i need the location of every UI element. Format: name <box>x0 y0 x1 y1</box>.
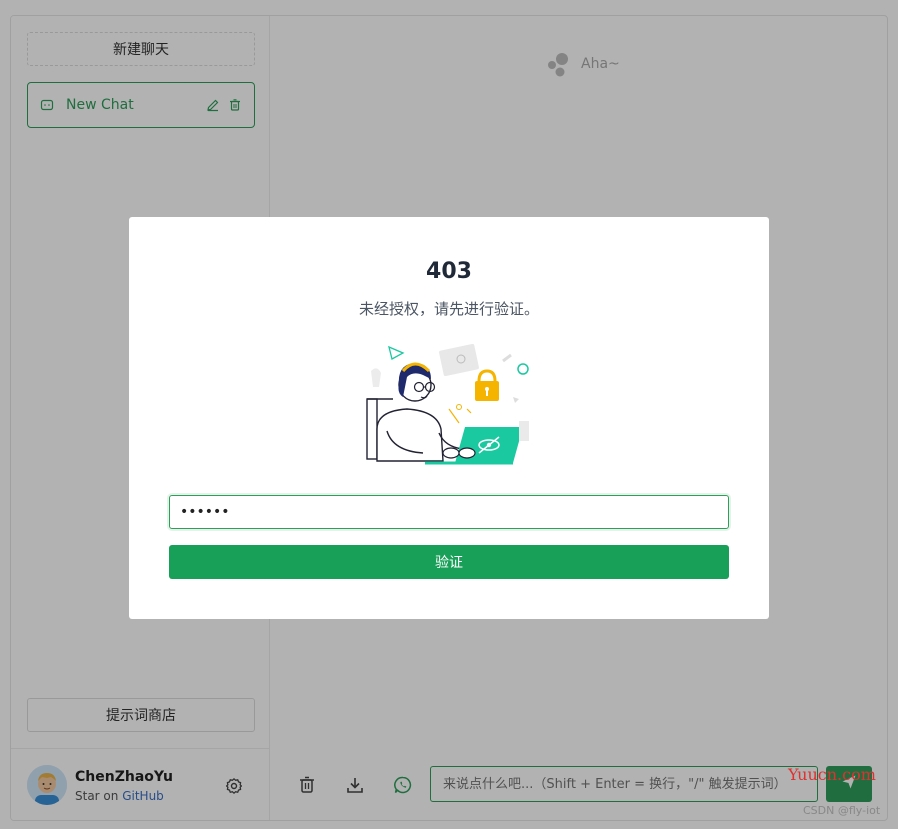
verify-button[interactable]: 验证 <box>169 545 729 579</box>
password-input[interactable] <box>169 495 729 529</box>
site-watermark: Yuucn.com <box>788 765 876 784</box>
auth-modal: 403 未经授权，请先进行验证。 •••••• 验证 <box>129 217 769 619</box>
credit-watermark: CSDN @fly-iot <box>803 804 881 817</box>
modal-description: 未经授权，请先进行验证。 <box>358 300 539 318</box>
modal-title: 403 <box>426 259 472 284</box>
unauthorized-illustration <box>363 341 535 467</box>
